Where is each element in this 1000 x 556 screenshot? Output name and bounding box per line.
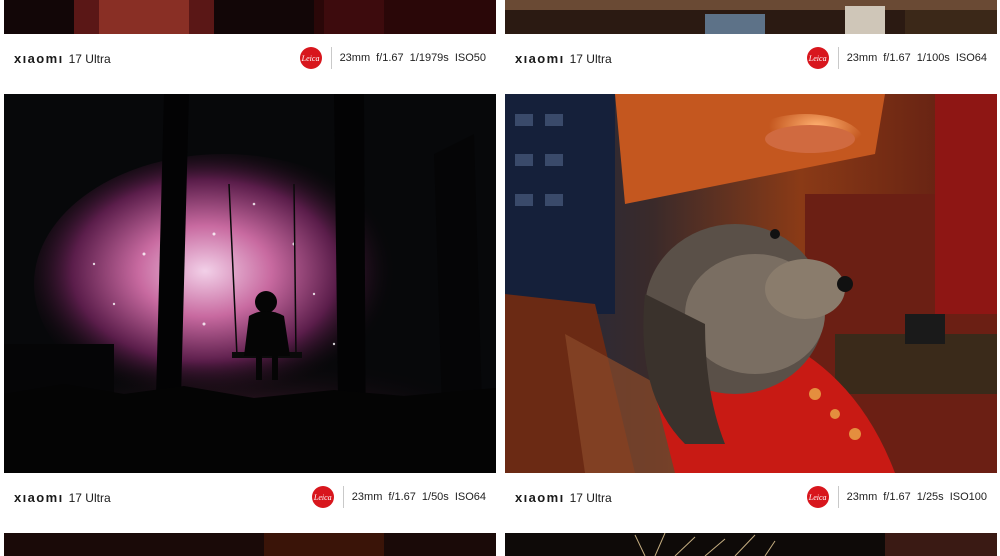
divider [837, 486, 839, 508]
exif-specs: Leica 23mm f/1.67 1/50s ISO64 [311, 486, 496, 508]
aperture: f/1.67 [376, 52, 404, 64]
left-column: xıaomı 17 Ultra Leica 23mm f/1.67 1/1979… [4, 0, 496, 556]
brand-name: xıaomı [14, 489, 64, 505]
photo-bottom-left[interactable] [4, 533, 496, 556]
iso: ISO50 [454, 52, 486, 64]
iso: ISO64 [955, 52, 987, 64]
photo-caption: xıaomı 17 Ultra Leica 23mm f/1.67 1/100s… [505, 34, 997, 82]
focal-length: 23mm [351, 491, 383, 503]
brand-name: xıaomı [515, 489, 565, 505]
leica-logo: Leica [299, 47, 322, 69]
exif-specs: Leica 23mm f/1.67 1/1979s ISO50 [299, 47, 496, 69]
shutter-speed: 1/50s [421, 491, 449, 503]
photo-fireworks-swing[interactable] [4, 94, 496, 473]
divider [330, 47, 332, 69]
brand-model: 17 Ultra [68, 490, 111, 505]
photo-dog-market[interactable] [505, 94, 997, 473]
shutter-speed: 1/100s [916, 52, 950, 64]
brand: xıaomı 17 Ultra [4, 490, 111, 505]
photo-caption: xıaomı 17 Ultra Leica 23mm f/1.67 1/1979… [4, 34, 496, 82]
brand-name: xıaomı [14, 50, 64, 66]
aperture: f/1.67 [883, 52, 911, 64]
brand: xıaomı 17 Ultra [505, 490, 612, 505]
divider [837, 47, 839, 69]
brand-model: 17 Ultra [569, 51, 612, 66]
iso: ISO64 [454, 491, 486, 503]
aperture: f/1.67 [883, 491, 911, 503]
aperture: f/1.67 [388, 491, 416, 503]
shutter-speed: 1/25s [916, 491, 944, 503]
right-column: xıaomı 17 Ultra Leica 23mm f/1.67 1/100s… [505, 0, 997, 556]
brand-model: 17 Ultra [68, 51, 111, 66]
leica-logo: Leica [806, 486, 829, 508]
focal-length: 23mm [846, 491, 878, 503]
brand: xıaomı 17 Ultra [4, 51, 111, 66]
shutter-speed: 1/1979s [409, 52, 449, 64]
focal-length: 23mm [846, 52, 878, 64]
leica-logo: Leica [806, 47, 829, 69]
photo-caption: xıaomı 17 Ultra Leica 23mm f/1.67 1/50s … [4, 473, 496, 521]
photo-top-right[interactable] [505, 0, 997, 34]
leica-logo: Leica [311, 486, 334, 508]
photo-caption: xıaomı 17 Ultra Leica 23mm f/1.67 1/25s … [505, 473, 997, 521]
brand: xıaomı 17 Ultra [505, 51, 612, 66]
divider [342, 486, 344, 508]
photo-top-left[interactable] [4, 0, 496, 34]
exif-specs: Leica 23mm f/1.67 1/25s ISO100 [806, 486, 997, 508]
brand-model: 17 Ultra [569, 490, 612, 505]
exif-specs: Leica 23mm f/1.67 1/100s ISO64 [806, 47, 997, 69]
focal-length: 23mm [339, 52, 371, 64]
photo-bottom-right[interactable] [505, 533, 997, 556]
brand-name: xıaomı [515, 50, 565, 66]
iso: ISO100 [949, 491, 987, 503]
